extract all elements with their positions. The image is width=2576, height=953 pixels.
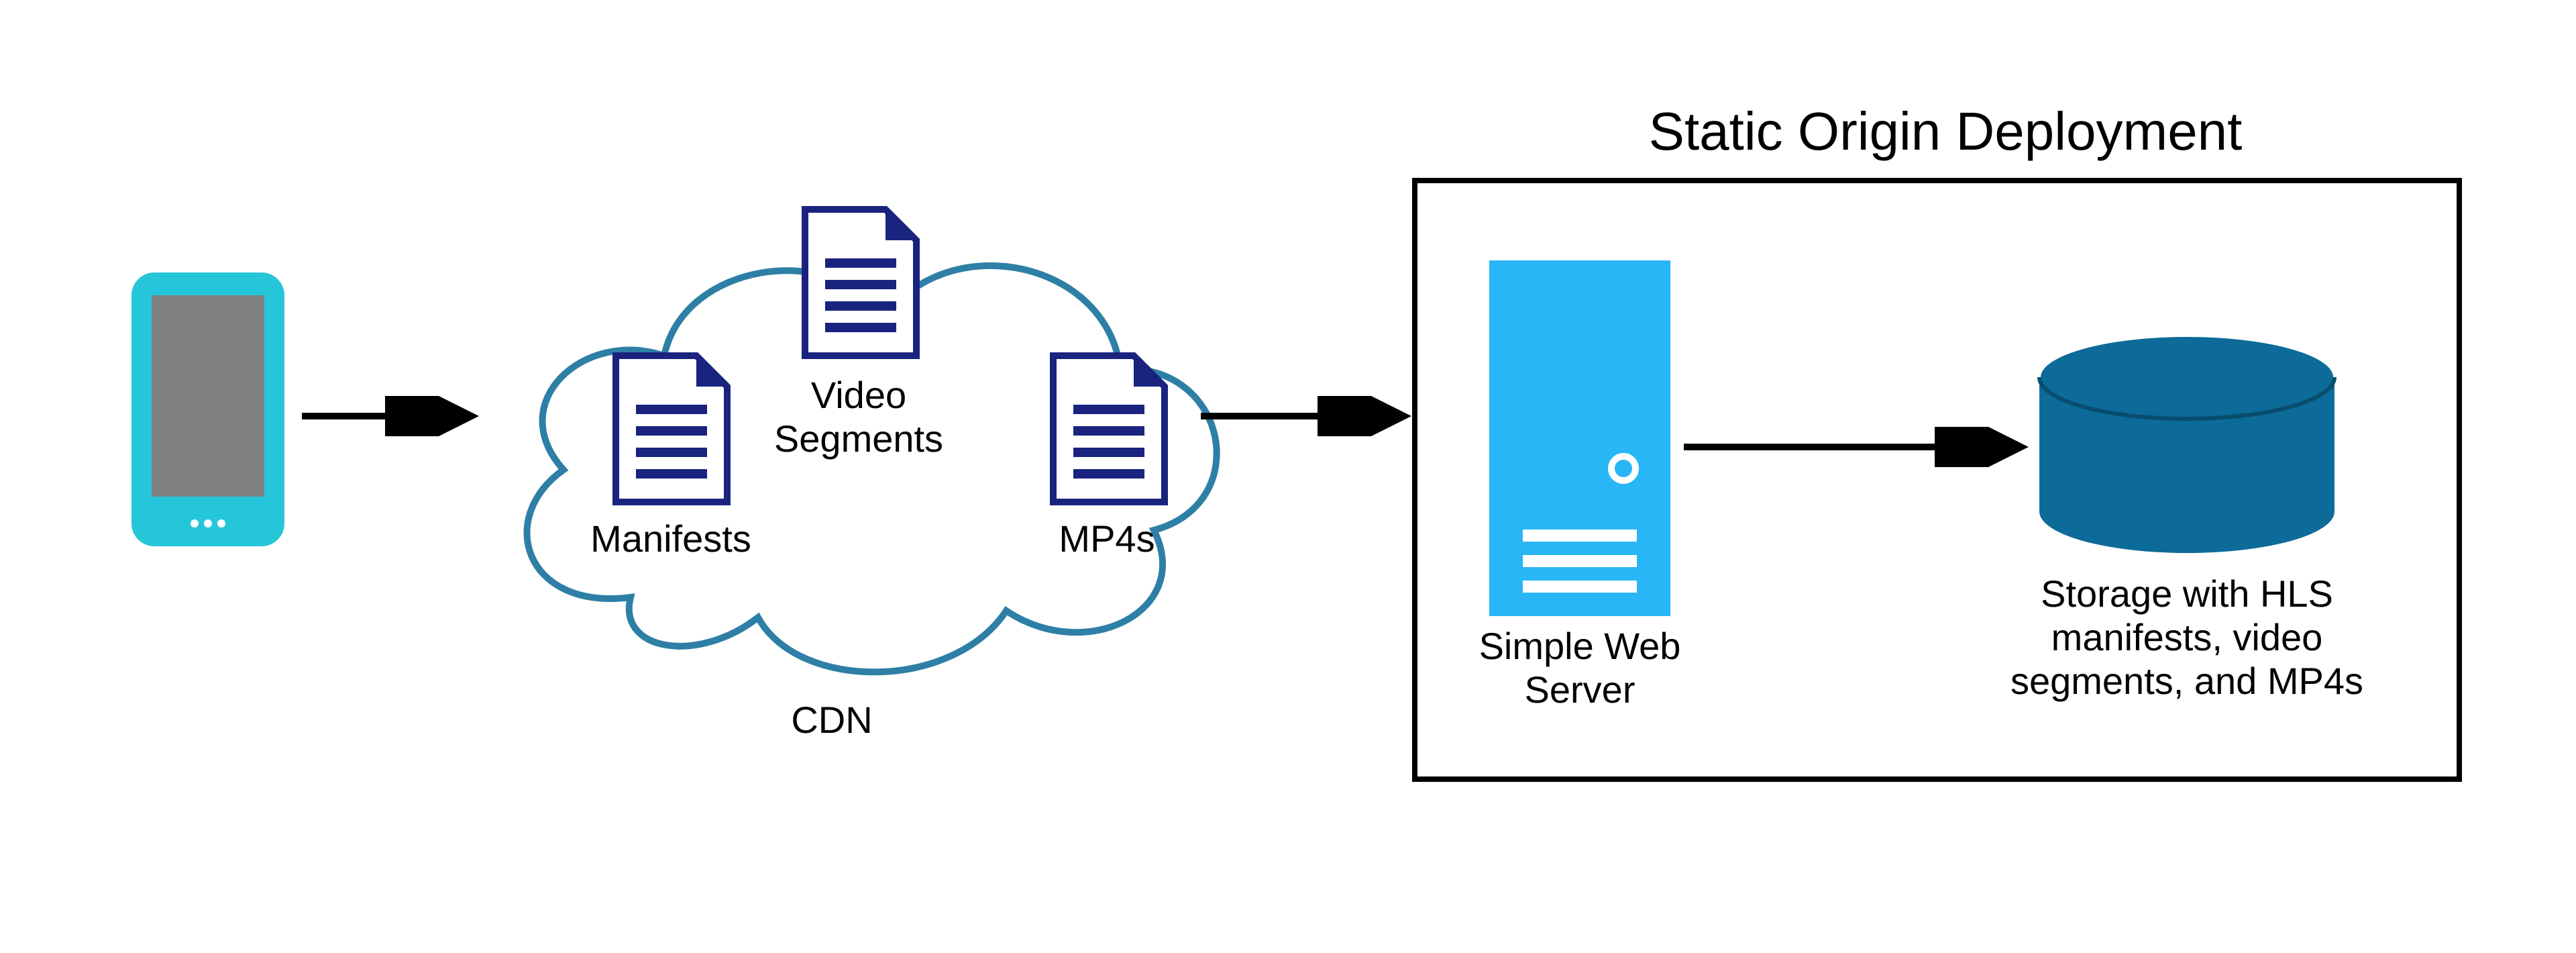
storage-label: Storage with HLS manifests, video segmen… — [1966, 572, 2408, 703]
arrow-icon — [1201, 396, 1415, 436]
web-server-label: Simple Web Server — [1432, 624, 1727, 711]
diagram-stage: Manifests Video Segments MP4s CDN Static… — [0, 0, 2576, 953]
file-icon — [609, 349, 734, 509]
arrow-icon — [1684, 427, 2033, 467]
video-segments-label: Video Segments — [758, 373, 959, 460]
deployment-title: Static Origin Deployment — [1442, 101, 2449, 162]
server-icon — [1489, 260, 1670, 616]
arrow-icon — [302, 396, 483, 436]
manifests-label: Manifests — [584, 517, 758, 560]
file-icon — [798, 203, 923, 362]
file-icon — [1046, 349, 1171, 509]
cdn-label: CDN — [765, 698, 899, 742]
device-icon — [127, 268, 288, 550]
database-icon — [2033, 333, 2341, 554]
mp4s-label: MP4s — [1026, 517, 1187, 560]
